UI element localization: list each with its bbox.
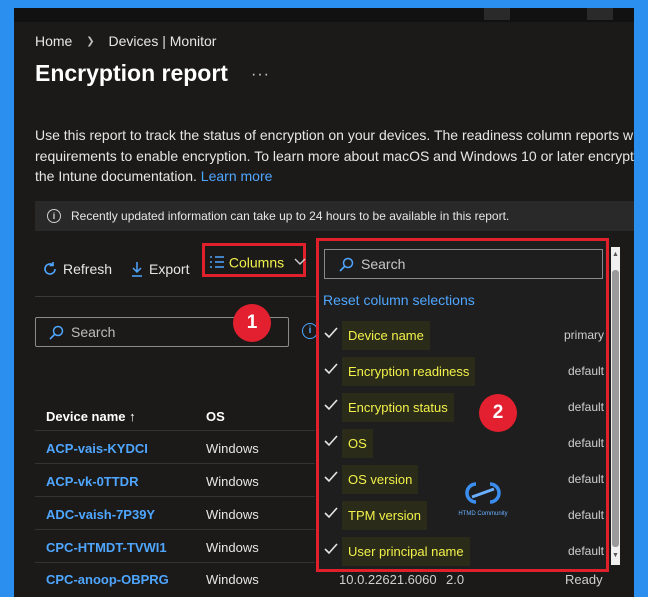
columns-label: Columns xyxy=(228,254,285,271)
encryption-status-cell: Ready xyxy=(565,572,603,587)
checkmark-icon xyxy=(324,363,338,375)
column-option-tag: default xyxy=(567,472,604,486)
chevron-right-icon: ❯ xyxy=(86,35,95,47)
toolbar-divider xyxy=(35,296,325,297)
page-title: Encryption report xyxy=(35,60,228,86)
breadcrumb-home[interactable]: Home xyxy=(35,33,72,49)
checkmark-icon xyxy=(324,327,338,339)
scrollbar-thumb[interactable] xyxy=(612,270,619,547)
column-option-tag: default xyxy=(567,508,604,522)
column-option-tag: primary xyxy=(563,328,604,342)
table-row-device-name[interactable]: ACP-vk-0TTDR xyxy=(46,474,138,489)
table-row-device-name[interactable]: ACP-vais-KYDCI xyxy=(46,441,148,456)
os-version-cell: 10.0.22621.6060 xyxy=(339,572,437,587)
table-row-device-name[interactable]: CPC-anoop-OBPRG xyxy=(46,572,169,587)
search-icon xyxy=(49,325,64,340)
tpm-version-cell: 2.0 xyxy=(446,572,465,587)
breadcrumb-current[interactable]: Devices | Monitor xyxy=(109,33,217,49)
dropdown-scrollbar[interactable]: ▲ ▼ xyxy=(611,247,620,565)
column-picker-panel: Search Reset column selections Device na… xyxy=(316,238,609,572)
table-row-device-name[interactable]: CPC-HTMDT-TVWI1 xyxy=(46,540,167,555)
column-option-label: User principal name xyxy=(342,537,470,566)
column-search-placeholder: Search xyxy=(361,256,406,272)
column-option-label: Encryption readiness xyxy=(342,357,476,386)
checkmark-icon xyxy=(324,471,338,483)
search-icon xyxy=(339,257,354,272)
top-bar xyxy=(14,8,634,22)
column-header-os[interactable]: OS xyxy=(206,409,225,424)
refresh-icon xyxy=(44,262,56,276)
table-row-os: Windows xyxy=(206,572,259,587)
column-option-device-name[interactable]: Device name primary xyxy=(319,319,606,355)
columns-icon xyxy=(210,256,224,269)
column-option-label: Device name xyxy=(342,321,430,350)
column-option-os[interactable]: OS default xyxy=(319,427,606,463)
top-bar-tab[interactable] xyxy=(587,8,613,20)
column-option-label: TPM version xyxy=(342,501,427,530)
learn-more-link[interactable]: Learn more xyxy=(201,168,273,184)
checkmark-icon xyxy=(324,435,338,447)
columns-button[interactable]: Columns xyxy=(202,243,306,277)
top-bar-tab[interactable] xyxy=(484,8,510,20)
column-option-tag: default xyxy=(567,544,604,558)
row-divider xyxy=(35,430,315,431)
row-divider xyxy=(35,529,315,530)
description-line: the Intune documentation. xyxy=(35,168,197,184)
row-divider xyxy=(35,463,315,464)
column-option-label: Encryption status xyxy=(342,393,454,422)
info-banner-text: Recently updated information can take up… xyxy=(71,209,510,223)
checkmark-icon xyxy=(324,399,338,411)
watermark-text: HTMD Community xyxy=(458,511,508,517)
description-line: requirements to enable encryption. To le… xyxy=(35,147,634,164)
htmd-logo-icon xyxy=(465,482,501,504)
row-divider xyxy=(35,562,315,563)
column-option-tag: default xyxy=(567,364,604,378)
table-row-device-name[interactable]: ADC-vaish-7P39Y xyxy=(46,507,155,522)
reset-column-selections-link[interactable]: Reset column selections xyxy=(323,292,475,308)
table-row-os: Windows xyxy=(206,474,259,489)
callout-badge-2: 2 xyxy=(479,394,517,432)
info-icon: i xyxy=(47,209,61,223)
column-option-encryption-readiness[interactable]: Encryption readiness default xyxy=(319,355,606,391)
checkmark-icon xyxy=(324,507,338,519)
breadcrumb: Home ❯ Devices | Monitor xyxy=(35,32,216,49)
table-row-os: Windows xyxy=(206,540,259,555)
search-placeholder: Search xyxy=(71,324,116,340)
callout-badge-1: 1 xyxy=(233,304,271,342)
export-label: Export xyxy=(149,261,190,278)
scroll-down-icon[interactable]: ▼ xyxy=(612,552,619,559)
column-option-tag: default xyxy=(567,400,604,414)
column-option-tag: default xyxy=(567,436,604,450)
description-line: Use this report to track the status of e… xyxy=(35,127,634,143)
watermark-logo: HTMD Community xyxy=(453,480,513,517)
column-search-input[interactable]: Search xyxy=(324,249,603,279)
chevron-down-icon xyxy=(294,258,306,266)
page-description: Use this report to track the status of e… xyxy=(35,125,634,187)
column-header-device-name[interactable]: Device name ↑ xyxy=(46,409,136,424)
column-option-encryption-status[interactable]: Encryption status default xyxy=(319,391,606,427)
table-row-os: Windows xyxy=(206,441,259,456)
row-divider xyxy=(35,496,315,497)
column-option-user-principal-name[interactable]: User principal name default xyxy=(319,535,606,571)
column-option-label: OS xyxy=(342,429,373,458)
export-button[interactable]: Export xyxy=(129,260,189,278)
scroll-up-icon[interactable]: ▲ xyxy=(612,251,619,258)
info-banner: i Recently updated information can take … xyxy=(35,201,634,231)
refresh-button[interactable]: Refresh xyxy=(41,260,112,278)
download-icon xyxy=(132,262,142,278)
table-row-os: Windows xyxy=(206,507,259,522)
column-option-label: OS version xyxy=(342,465,419,494)
refresh-label: Refresh xyxy=(63,261,113,278)
more-options-icon[interactable]: ··· xyxy=(251,66,270,84)
checkmark-icon xyxy=(324,543,338,555)
